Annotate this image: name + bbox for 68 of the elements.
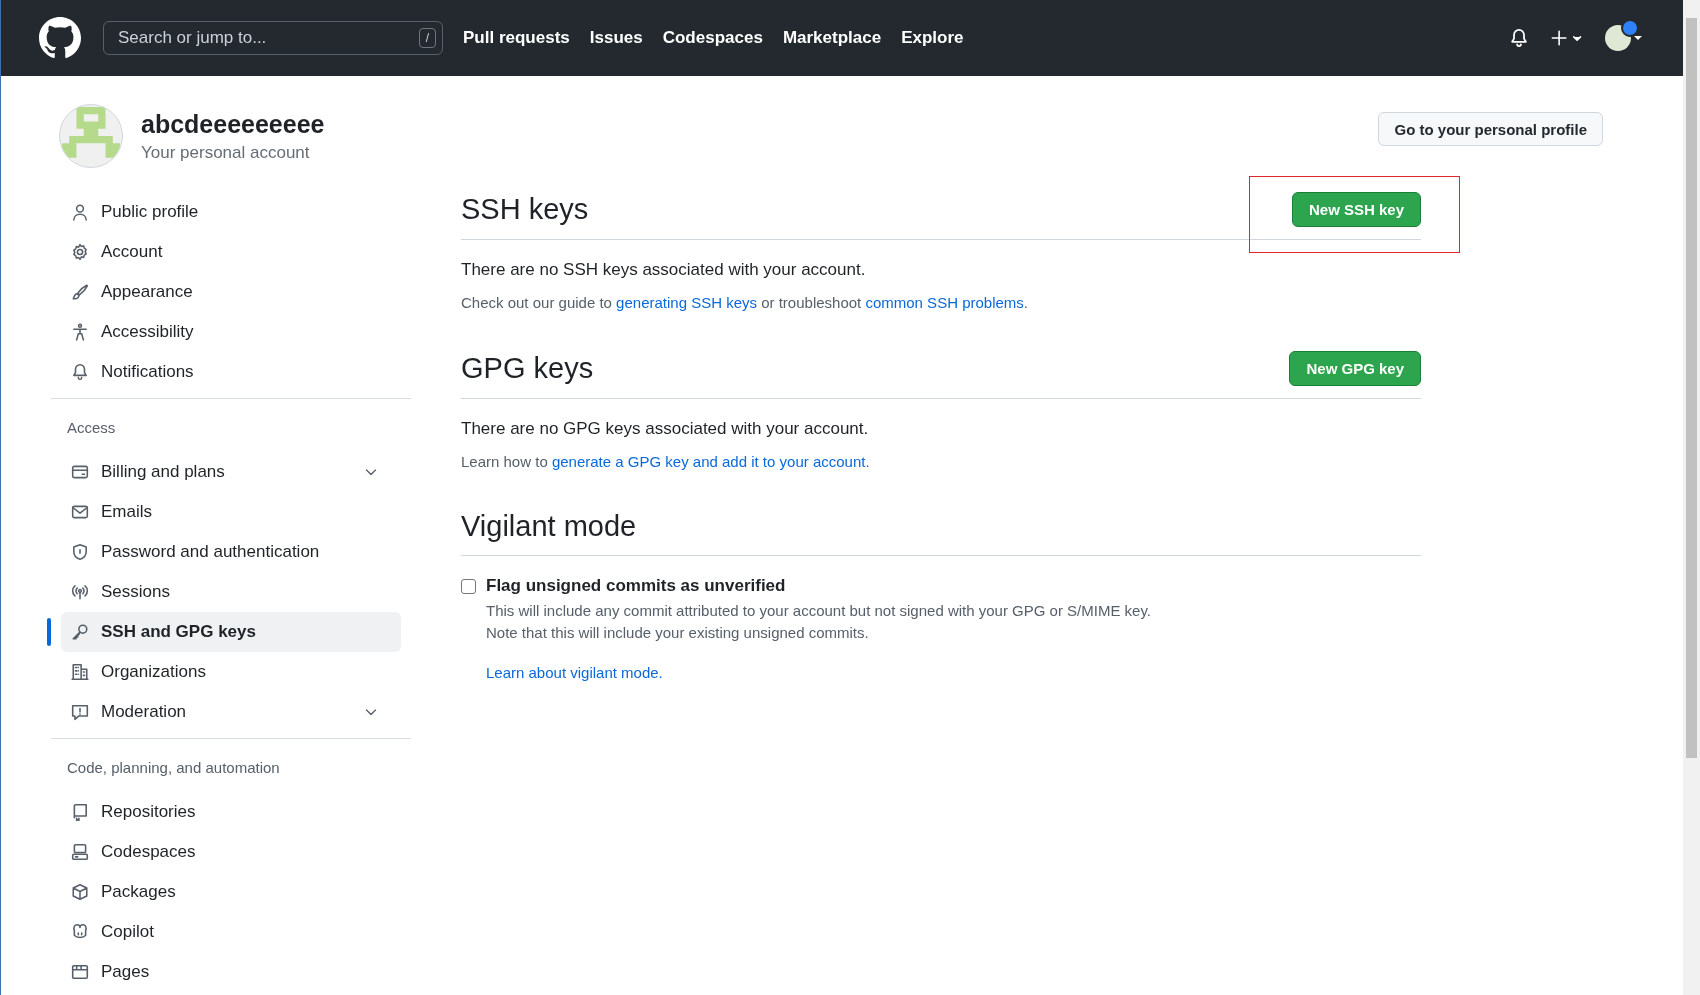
checkbox-label[interactable]: Flag unsigned commits as unverified (486, 576, 786, 596)
sidebar-item[interactable]: Organizations (61, 652, 401, 692)
sidebar-item[interactable]: Repositories (61, 792, 401, 832)
sidebar-item[interactable]: Moderation (61, 692, 401, 732)
sidebar-item[interactable]: Packages (61, 872, 401, 912)
key-icon (71, 623, 89, 641)
empty-message: There are no GPG keys associated with your account. (461, 419, 870, 439)
notification-dot (1621, 19, 1639, 37)
building-icon (71, 663, 89, 681)
nav-link[interactable]: Codespaces (662, 28, 763, 48)
sidebar-item[interactable]: Password and authentication (61, 532, 401, 572)
section-heading: Code, planning, and automation (66, 758, 281, 778)
sidebar-item[interactable]: Copilot (61, 912, 401, 952)
selected-indicator (47, 618, 51, 646)
mail-icon (71, 503, 89, 521)
help-text: Learn how to generate a GPG key and add it to your account. (461, 453, 871, 470)
sidebar-item[interactable]: Public profile (61, 192, 401, 232)
sidebar-item[interactable]: Pages (61, 952, 401, 992)
sidebar-item[interactable]: Notifications (61, 352, 401, 392)
browser-icon (71, 963, 89, 981)
sidebar-item[interactable]: Appearance (61, 272, 401, 312)
account-subtitle: Your personal account (141, 142, 311, 163)
profile-button[interactable]: Go to your personal profile (1378, 112, 1603, 146)
plus-dropdown-icon[interactable] (1551, 29, 1583, 47)
description-text: Note that this will include your existing unsigned commits. (486, 623, 870, 643)
account-name: abcdeeeeeeeee (141, 109, 326, 139)
sidebar-item[interactable]: Sessions (61, 572, 401, 612)
avatar-icon (1605, 25, 1631, 51)
checkbox[interactable] (461, 578, 476, 594)
copilot-icon (71, 923, 89, 941)
nav-link[interactable]: Explore (901, 28, 964, 48)
broadcast-icon (71, 583, 89, 601)
learn-more-link[interactable]: Learn about vigilant mode. (486, 664, 663, 681)
help-link[interactable]: generating SSH keys (616, 294, 758, 311)
section-title: GPG keys (461, 352, 594, 385)
credit-card-icon (71, 463, 89, 481)
person-icon (71, 203, 89, 221)
sidebar-item[interactable]: Codespaces (61, 832, 401, 872)
nav-link[interactable]: Marketplace (782, 28, 882, 48)
empty-message: There are no SSH keys associated with your account. (461, 260, 867, 280)
repo-icon (71, 803, 89, 821)
settings-icon (71, 243, 89, 261)
help-link[interactable]: generate a GPG key and add it to your account (551, 453, 866, 470)
description-text: This will include any commit attributed to your account but not signed with your GPG or S/MIME key. (486, 601, 1152, 621)
shield-icon (71, 543, 89, 561)
bell-icon[interactable] (1509, 28, 1529, 48)
section-title: SSH keys (461, 193, 589, 226)
codespaces-icon (71, 843, 89, 861)
nav-link[interactable]: Issues (589, 28, 643, 48)
github-logo-icon[interactable] (39, 17, 81, 59)
sidebar-item[interactable]: Account (61, 232, 401, 272)
sidebar-item[interactable]: Billing and plans (61, 452, 401, 492)
help-link[interactable]: common SSH problems (865, 294, 1024, 311)
package-icon (71, 883, 89, 901)
scrollbar-thumb[interactable] (1686, 18, 1697, 758)
paintbrush-icon (71, 283, 89, 301)
section-heading: Access (66, 418, 117, 438)
bell-icon (71, 363, 89, 381)
help-text: Check out our guide to generating SSH keys or troubleshoot common SSH problems. (461, 294, 1029, 311)
sidebar-item[interactable]: Accessibility (61, 312, 401, 352)
section-title: Vigilant mode (461, 510, 637, 543)
accessibility-icon (71, 323, 89, 341)
nav-link[interactable]: Pull requests (463, 28, 570, 48)
caret-icon (1633, 35, 1643, 41)
shortcut-key: / (418, 28, 436, 48)
report-icon (71, 703, 89, 721)
scrollbar[interactable] (1683, 0, 1700, 995)
sidebar-item[interactable]: Emails (61, 492, 401, 532)
